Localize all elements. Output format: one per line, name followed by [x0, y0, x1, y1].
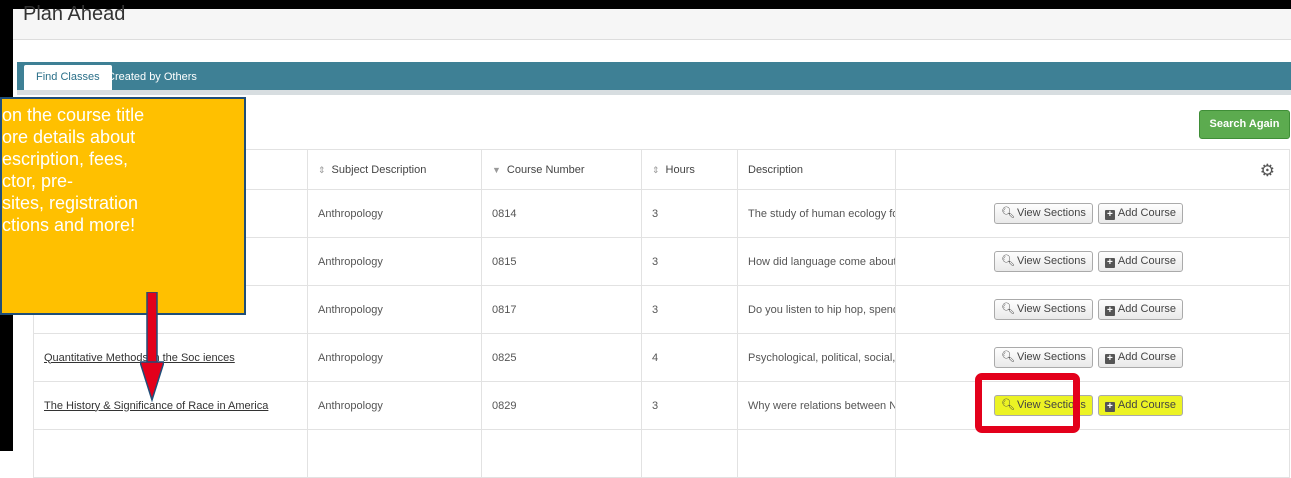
- table-row: The History & Significance of Race in Am…: [33, 381, 1290, 430]
- search-again-button[interactable]: Search Again: [1199, 110, 1290, 139]
- page-header: Plan Ahead: [13, 3, 1291, 40]
- callout-line: ctor, pre-: [2, 171, 74, 191]
- sort-icon: ⇕: [652, 164, 660, 175]
- gear-icon[interactable]: ⚙: [1260, 161, 1275, 181]
- window-frame-top: [0, 0, 1291, 9]
- callout-line: sites, registration: [2, 193, 139, 213]
- subject-cell: Anthropology: [307, 237, 482, 286]
- hours-cell: 4: [641, 333, 738, 382]
- search-icon: 🔍︎: [1001, 351, 1015, 363]
- callout-line: ctions and more!: [2, 215, 136, 235]
- hours-cell: 3: [641, 381, 738, 430]
- page-title: Plan Ahead: [23, 3, 126, 25]
- header-actions: ⚙: [895, 149, 1290, 190]
- header-subject-description[interactable]: ⇕ Subject Description: [307, 149, 482, 190]
- add-course-button[interactable]: + Add Course: [1097, 203, 1184, 224]
- actions-cell: 🔍︎ View Sections + Add Course: [895, 381, 1290, 430]
- subject-cell: Anthropology: [307, 381, 482, 430]
- header-hours[interactable]: ⇕ Hours: [641, 149, 738, 190]
- subject-cell: Anthropology: [307, 285, 482, 334]
- view-sections-button[interactable]: 🔍︎ View Sections: [994, 299, 1093, 320]
- course-number-cell: 0825: [481, 333, 642, 382]
- view-sections-button[interactable]: 🔍︎ View Sections: [994, 347, 1093, 368]
- sort-desc-icon: ▼: [492, 164, 501, 175]
- callout-line: ore details about: [2, 127, 136, 147]
- view-sections-button[interactable]: 🔍︎ View Sections: [994, 203, 1093, 224]
- actions-cell: 🔍︎ View Sections + Add Course: [895, 237, 1290, 286]
- description-cell: How did language come about? How ...: [737, 237, 896, 286]
- search-icon: 🔍︎: [1001, 303, 1015, 315]
- hours-cell: 3: [641, 237, 738, 286]
- description-cell: Why were relations between Native A...: [737, 381, 896, 430]
- search-icon: 🔍︎: [1001, 255, 1015, 267]
- course-number-cell: 0815: [481, 237, 642, 286]
- highlight-box: [975, 373, 1080, 433]
- plus-icon: +: [1104, 354, 1115, 364]
- course-number-cell: 0814: [481, 189, 642, 238]
- plus-icon: +: [1104, 306, 1115, 316]
- header-description: Description: [737, 149, 896, 190]
- course-number-cell: 0829: [481, 381, 642, 430]
- actions-cell: 🔍︎ View Sections + Add Course: [895, 285, 1290, 334]
- plus-icon: +: [1104, 402, 1115, 412]
- tab-bar: Find Classes Created by Others: [17, 62, 1291, 90]
- callout-line: escription, fees,: [2, 149, 129, 169]
- description-cell: Do you listen to hip hop, spend all yo..…: [737, 285, 896, 334]
- course-number-cell: 0817: [481, 285, 642, 334]
- actions-cell: 🔍︎ View Sections + Add Course: [895, 333, 1290, 382]
- add-course-button[interactable]: + Add Course: [1097, 299, 1184, 320]
- add-course-button[interactable]: + Add Course: [1097, 347, 1184, 368]
- search-icon: 🔍︎: [1001, 207, 1015, 219]
- sort-icon: ⇕: [318, 164, 326, 175]
- table-row: Quantitative Methods in the Soc iences A…: [33, 333, 1290, 382]
- plus-icon: +: [1104, 258, 1115, 268]
- table-row: [33, 429, 1290, 478]
- hours-cell: 3: [641, 285, 738, 334]
- subject-cell: Anthropology: [307, 189, 482, 238]
- hours-cell: 3: [641, 189, 738, 238]
- subject-cell: Anthropology: [307, 333, 482, 382]
- description-cell: Psychological, political, social, and ec…: [737, 333, 896, 382]
- tab-strip: [17, 90, 1291, 95]
- tutorial-callout: on the course title ore details about es…: [0, 97, 246, 315]
- add-course-button[interactable]: + Add Course: [1097, 251, 1184, 272]
- tab-created-by-others[interactable]: Created by Others: [95, 65, 209, 90]
- down-arrow-icon: [140, 292, 164, 402]
- header-course-number[interactable]: ▼ Course Number: [481, 149, 642, 190]
- callout-line: on the course title: [2, 105, 145, 125]
- view-sections-button[interactable]: 🔍︎ View Sections: [994, 251, 1093, 272]
- add-course-button[interactable]: + Add Course: [1097, 395, 1184, 416]
- description-cell: The study of human ecology focuses ...: [737, 189, 896, 238]
- plus-icon: +: [1104, 210, 1115, 220]
- actions-cell: 🔍︎ View Sections + Add Course: [895, 189, 1290, 238]
